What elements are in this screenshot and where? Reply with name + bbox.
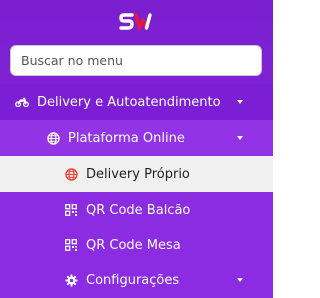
chevron-down-icon (237, 278, 243, 282)
qrcode-icon (64, 203, 78, 217)
search-input[interactable] (10, 45, 262, 76)
menu-item-label: QR Code Mesa (86, 237, 181, 253)
gear-icon (64, 273, 78, 287)
brand-logo[interactable] (0, 10, 273, 34)
chevron-down-icon (237, 100, 243, 104)
qrcode-icon (64, 238, 78, 252)
sidebar: Delivery e Autoatendimento Plataforma On… (0, 0, 273, 298)
motorcycle-icon (15, 95, 29, 109)
globe-icon (46, 131, 60, 145)
menu-qr-code-mesa[interactable]: QR Code Mesa (0, 227, 273, 263)
menu-delivery-proprio[interactable]: Delivery Próprio (0, 156, 273, 192)
globe-icon (64, 167, 78, 181)
menu-delivery-label: Delivery e Autoatendimento (37, 94, 221, 110)
chevron-down-icon (237, 136, 243, 140)
menu-item-label: QR Code Balcão (86, 202, 191, 218)
menu-plataforma-online[interactable]: Plataforma Online (0, 120, 273, 156)
sw-logo-icon (118, 13, 152, 30)
menu-configuracoes[interactable]: Configurações (0, 262, 273, 298)
menu-configuracoes-label: Configurações (86, 272, 180, 288)
menu-qr-code-balcao[interactable]: QR Code Balcão (0, 192, 273, 228)
menu-delivery-autoatendimento[interactable]: Delivery e Autoatendimento (0, 84, 273, 120)
menu-item-label: Delivery Próprio (86, 166, 190, 182)
menu-plataforma-label: Plataforma Online (68, 130, 185, 146)
